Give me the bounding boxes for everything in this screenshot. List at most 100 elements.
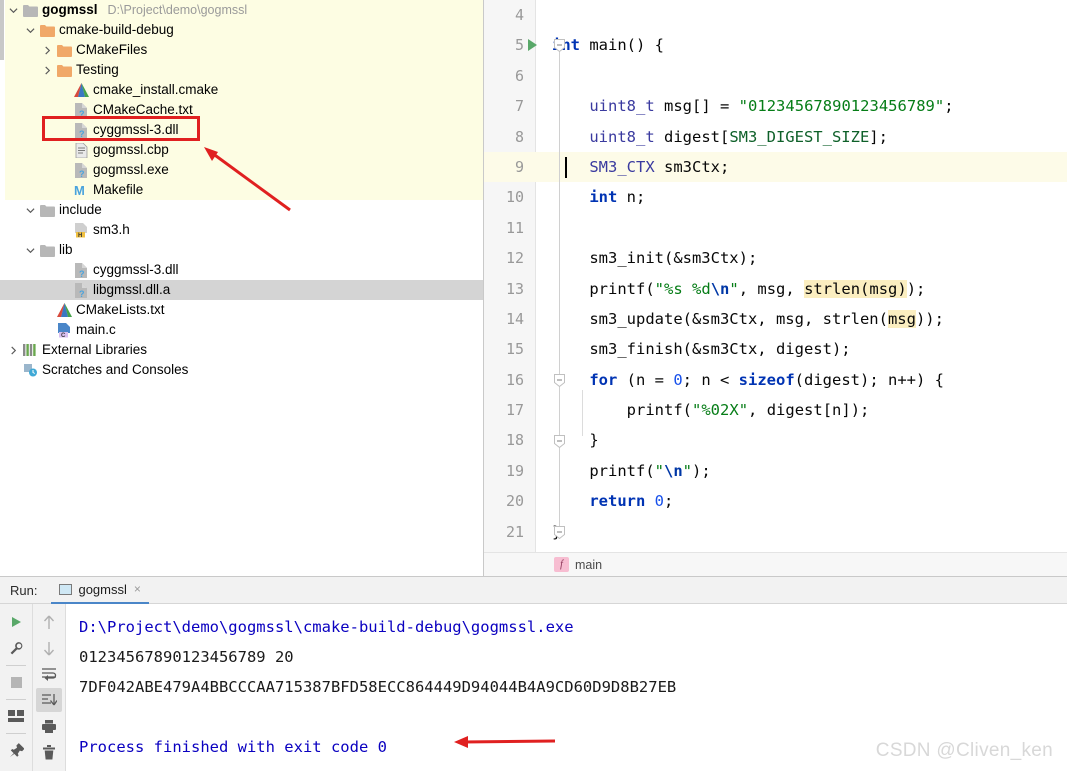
tree-row[interactable]: Testing xyxy=(0,60,483,80)
code-line[interactable]: 4 xyxy=(484,0,1067,30)
tree-item-label: cyggmssl-3.dll xyxy=(93,262,179,277)
unknown-file-icon: ? xyxy=(72,122,90,138)
code-line[interactable]: 21} xyxy=(484,517,1067,547)
tree-row[interactable]: External Libraries xyxy=(0,340,483,360)
code-editor-panel[interactable]: 4 5 int main() {6 7 uint8_t msg[] = "012345… xyxy=(484,0,1067,576)
tree-row[interactable]: lib xyxy=(0,240,483,260)
code-line[interactable]: 16 for (n = 0; n < sizeof(digest); n++) … xyxy=(484,365,1067,395)
up-button[interactable] xyxy=(36,610,62,634)
tree-row-root[interactable]: gogmssl D:\Project\demo\gogmssl xyxy=(0,0,483,20)
tree-row[interactable]: ? CMakeCache.txt xyxy=(0,100,483,120)
soft-wrap-button[interactable] xyxy=(36,662,62,686)
run-toolbar-right xyxy=(33,604,66,771)
tree-row[interactable]: CMakeFiles xyxy=(0,40,483,60)
fold-marker[interactable] xyxy=(554,526,565,540)
tree-row[interactable]: CMakeLists.txt xyxy=(0,300,483,320)
line-number: 15 xyxy=(505,340,524,359)
chevron-right-icon[interactable] xyxy=(39,65,55,75)
tree-row[interactable]: Hsm3.h xyxy=(0,220,483,240)
code-line[interactable]: 19 printf("\n"); xyxy=(484,456,1067,486)
code-line[interactable]: 7 uint8_t msg[] = "01234567890123456789"… xyxy=(484,91,1067,121)
tree-row[interactable]: ? cyggmssl-3.dll xyxy=(0,260,483,280)
fold-marker[interactable] xyxy=(554,435,565,449)
code-line[interactable]: 17 printf("%02X", digest[n]); xyxy=(484,395,1067,425)
console-line: 01234567890123456789 20 xyxy=(79,648,294,666)
tree-row[interactable]: ? gogmssl.exe xyxy=(0,160,483,180)
toolbar-divider xyxy=(6,665,26,666)
line-number: 18 xyxy=(505,431,524,450)
run-gutter-icon[interactable] xyxy=(528,39,537,52)
folder-orange-icon xyxy=(38,24,56,37)
code-line[interactable]: 8 uint8_t digest[SM3_DIGEST_SIZE]; xyxy=(484,122,1067,152)
code-text: int n; xyxy=(589,188,646,207)
tree-row[interactable]: ? libgmssl.dll.a xyxy=(0,280,483,300)
code-line[interactable]: 5 int main() { xyxy=(484,30,1067,60)
layout-button[interactable] xyxy=(3,704,29,728)
line-number: 19 xyxy=(505,461,524,480)
breadcrumb[interactable]: f main xyxy=(484,552,1067,576)
chevron-down-icon[interactable] xyxy=(22,26,38,35)
chevron-right-icon[interactable] xyxy=(5,345,21,355)
folder-orange-icon xyxy=(55,44,73,57)
code-line[interactable]: 6 xyxy=(484,61,1067,91)
code-text: return 0; xyxy=(589,492,674,511)
chevron-down-icon[interactable] xyxy=(5,6,21,15)
code-line[interactable]: 18 } xyxy=(484,425,1067,455)
code-line[interactable]: 13 printf("%s %d\n", msg, strlen(msg)); xyxy=(484,274,1067,304)
rerun-button[interactable] xyxy=(3,610,29,634)
header-file-icon: H xyxy=(72,222,90,238)
tree-row[interactable]: include xyxy=(0,200,483,220)
svg-text:?: ? xyxy=(79,109,85,118)
tree-item-label: External Libraries xyxy=(42,342,148,357)
print-button[interactable] xyxy=(36,714,62,738)
tree-item-label: Scratches and Consoles xyxy=(42,362,189,377)
code-text: printf("%s %d\n", msg, strlen(msg)); xyxy=(552,279,926,298)
chevron-right-icon[interactable] xyxy=(39,45,55,55)
line-number: 17 xyxy=(505,401,524,420)
tree-row[interactable]: cmake-build-debug xyxy=(0,20,483,40)
tree-item-label: cmake_install.cmake xyxy=(93,82,219,97)
tree-row[interactable]: M Makefile xyxy=(0,180,483,200)
tree-item-label: CMakeFiles xyxy=(76,42,148,57)
tree-item-label: main.c xyxy=(76,322,116,337)
down-button[interactable] xyxy=(36,636,62,660)
code-line[interactable]: 11 xyxy=(484,213,1067,243)
unknown-file-icon: ? xyxy=(72,262,90,278)
toolbar-divider xyxy=(6,733,26,734)
code-line[interactable]: 20 return 0; xyxy=(484,486,1067,516)
tree-row[interactable]: ? cyggmssl-3.dll xyxy=(0,120,483,140)
scroll-to-end-button[interactable] xyxy=(36,688,62,712)
makefile-icon: M xyxy=(72,183,90,197)
line-number: 13 xyxy=(505,279,524,298)
folder-gray-icon xyxy=(38,204,56,217)
tree-item-label: sm3.h xyxy=(93,222,130,237)
line-number: 5 xyxy=(514,36,524,55)
run-tab-gogmssl[interactable]: gogmssl × xyxy=(51,576,149,604)
code-line[interactable]: 10 int n; xyxy=(484,182,1067,212)
fold-marker[interactable] xyxy=(554,39,565,53)
pin-button[interactable] xyxy=(3,738,29,762)
tree-row[interactable]: cmake_install.cmake xyxy=(0,80,483,100)
stop-button[interactable] xyxy=(3,670,29,694)
code-line[interactable]: 14 sm3_update(&sm3Ctx, msg, strlen(msg))… xyxy=(484,304,1067,334)
function-badge-icon: f xyxy=(554,557,569,572)
chevron-down-icon[interactable] xyxy=(22,246,38,255)
fold-marker[interactable] xyxy=(554,374,565,388)
code-lines[interactable]: 4 5 int main() {6 7 uint8_t msg[] = "012345… xyxy=(484,0,1067,547)
tree-row[interactable]: gogmssl.cbp xyxy=(0,140,483,160)
code-line[interactable]: 15 sm3_finish(&sm3Ctx, digest); xyxy=(484,334,1067,364)
line-number: 11 xyxy=(505,218,524,237)
line-number: 12 xyxy=(505,249,524,268)
fold-connector xyxy=(559,448,560,526)
code-text: SM3_CTX sm3Ctx; xyxy=(589,157,730,176)
code-line[interactable]: 12 sm3_init(&sm3Ctx); xyxy=(484,243,1067,273)
close-icon[interactable]: × xyxy=(134,582,141,596)
tree-row[interactable]: Scratches and Consoles xyxy=(0,360,483,380)
svg-text:H: H xyxy=(78,233,82,238)
settings-button[interactable] xyxy=(3,636,29,660)
chevron-down-icon[interactable] xyxy=(22,206,38,215)
trash-button[interactable] xyxy=(36,740,62,764)
console-tab-icon xyxy=(59,583,73,595)
tree-row[interactable]: Cmain.c xyxy=(0,320,483,340)
code-line[interactable]: 9 SM3_CTX sm3Ctx; xyxy=(484,151,1067,183)
